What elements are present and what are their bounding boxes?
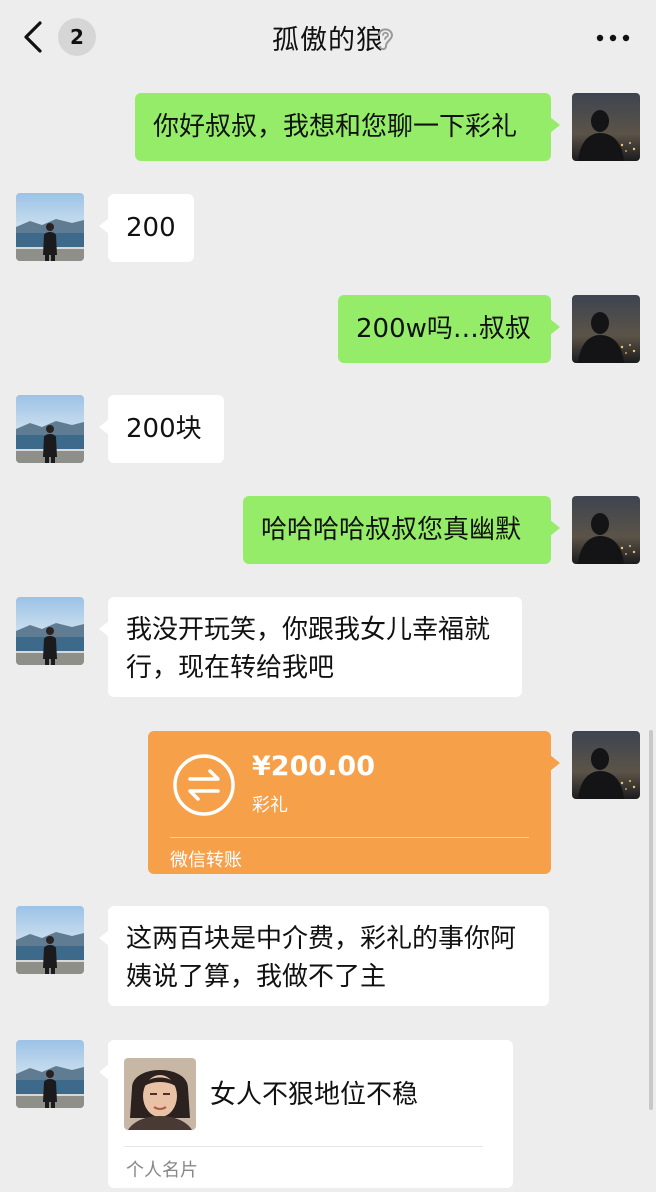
message-bubble[interactable]: 200 bbox=[99, 194, 194, 262]
message-bubble[interactable]: 200w吗…叔叔 bbox=[338, 295, 560, 363]
scrollbar[interactable] bbox=[649, 730, 653, 1110]
message-bubble[interactable]: 我没开玩笑，你跟我女儿幸福就 行，现在转给我吧 bbox=[99, 597, 522, 697]
transfer-note: 彩礼 bbox=[252, 795, 288, 816]
my-avatar[interactable] bbox=[572, 496, 640, 564]
contact-avatar[interactable] bbox=[16, 597, 84, 665]
message-bubble[interactable]: 200块 bbox=[99, 395, 224, 463]
transfer-amount: ¥200.00 bbox=[252, 751, 375, 782]
divider bbox=[170, 837, 529, 838]
message-line: 行，现在转给我吧 bbox=[126, 653, 335, 683]
contact-avatar[interactable] bbox=[16, 1040, 84, 1108]
my-avatar[interactable] bbox=[572, 93, 640, 161]
card-type-label: 个人名片 bbox=[126, 1160, 198, 1181]
message-line: 这两百块是中介费，彩礼的事你阿 bbox=[126, 924, 517, 954]
message-line: 姨说了算，我做不了主 bbox=[126, 962, 387, 992]
contact-card[interactable]: 女人不狠地位不稳 个人名片 bbox=[99, 1040, 513, 1188]
contact-avatar[interactable] bbox=[16, 193, 84, 261]
card-name: 女人不狠地位不稳 bbox=[210, 1080, 419, 1110]
ear-icon bbox=[378, 28, 394, 51]
more-icon[interactable] bbox=[596, 34, 630, 42]
message-bubble[interactable]: 这两百块是中介费，彩礼的事你阿 姨说了算，我做不了主 bbox=[99, 906, 549, 1006]
message-line: 我没开玩笑，你跟我女儿幸福就 bbox=[126, 615, 491, 645]
card-avatar bbox=[124, 1058, 196, 1130]
transfer-icon bbox=[173, 754, 235, 816]
my-avatar[interactable] bbox=[572, 295, 640, 363]
message-bubble[interactable]: 你好叔叔，我想和您聊一下彩礼 bbox=[135, 93, 560, 161]
divider bbox=[124, 1146, 483, 1147]
chat-header: 2 孤傲的狼 bbox=[0, 0, 656, 80]
transfer-card[interactable]: ¥200.00 彩礼 微信转账 bbox=[148, 731, 560, 874]
chat-title: 孤傲的狼 bbox=[272, 25, 384, 56]
contact-avatar[interactable] bbox=[16, 395, 84, 463]
contact-avatar[interactable] bbox=[16, 906, 84, 974]
my-avatar[interactable] bbox=[572, 731, 640, 799]
message-bubble[interactable]: 哈哈哈哈叔叔您真幽默 bbox=[243, 496, 560, 564]
transfer-label: 微信转账 bbox=[170, 850, 242, 871]
